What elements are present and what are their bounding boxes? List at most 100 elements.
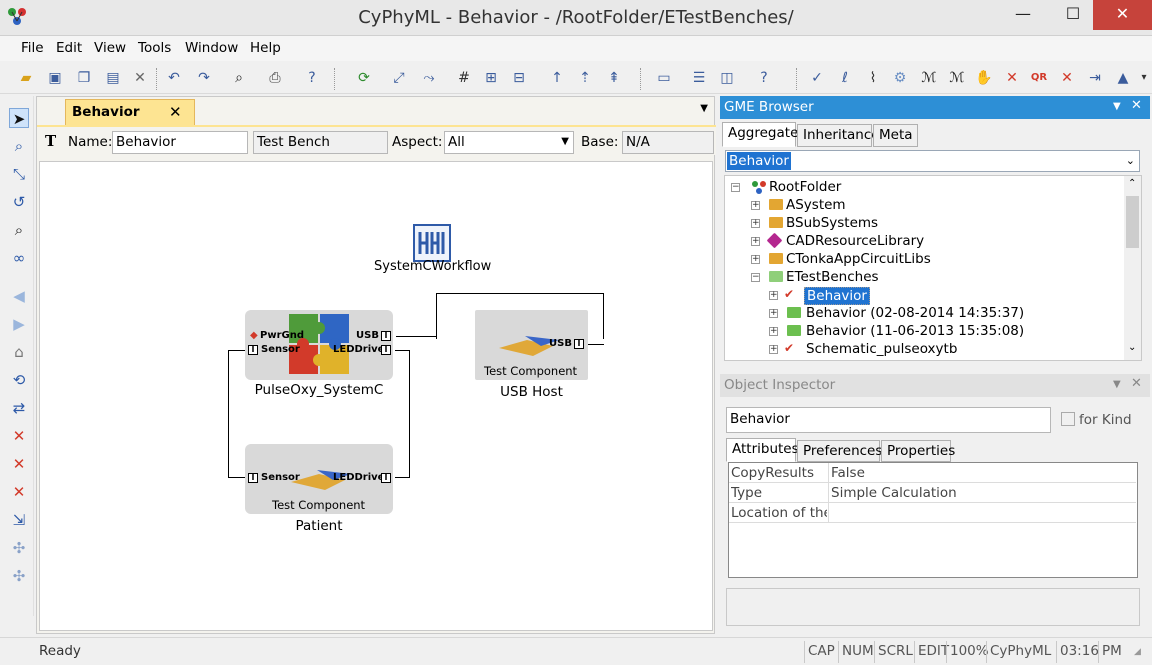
plugin-icon[interactable]: ✋ [975, 69, 993, 87]
home-icon[interactable]: ⌂ [9, 342, 29, 362]
scroll-down-icon[interactable]: ⌄ [1128, 342, 1136, 353]
expand-icon[interactable]: + [751, 255, 760, 264]
clean-icon[interactable]: ✕ [1003, 69, 1021, 87]
menu-window[interactable]: Window [185, 40, 238, 56]
tab-meta[interactable]: Meta [873, 124, 918, 147]
expand-icon[interactable]: + [769, 309, 778, 318]
more-icon[interactable]: ▾ [1135, 69, 1152, 87]
collapse-icon[interactable]: − [731, 183, 740, 192]
back-icon[interactable]: ◀ [9, 286, 29, 306]
menu-file[interactable]: File [21, 40, 44, 56]
browser-tree[interactable]: − RootFolder + ASystem + BSubSystems + C… [724, 175, 1142, 361]
tab-behavior[interactable]: Behavior ✕ [65, 99, 195, 125]
tab-inheritance[interactable]: Inheritance [797, 124, 880, 147]
tab-list-dropdown-icon[interactable]: ▼ [700, 103, 708, 114]
scroll-up-icon[interactable]: ⌃ [1128, 178, 1136, 189]
port-sensor[interactable]: I [248, 345, 258, 355]
split-vertical-icon[interactable]: ◫ [718, 69, 736, 87]
connection-usb-right[interactable] [586, 344, 604, 345]
menu-view[interactable]: View [94, 40, 126, 56]
print-icon[interactable]: ⎙ [266, 69, 284, 87]
delete-connection-icon[interactable]: ✕ [9, 454, 29, 474]
rotate-tool-icon[interactable]: ↺ [9, 192, 29, 212]
warning-icon[interactable]: ▲ [1114, 69, 1132, 87]
refresh-icon[interactable]: ⟳ [355, 69, 373, 87]
pane-close-icon[interactable]: ✕ [1131, 98, 1142, 113]
remove-icon[interactable]: ✕ [1058, 69, 1076, 87]
pane-options-icon[interactable]: ▼ [1113, 379, 1121, 390]
usbhost-port-usb[interactable]: I [574, 339, 584, 349]
export-icon[interactable]: ⇥ [1086, 69, 1104, 87]
attribute-value[interactable]: False [831, 465, 865, 481]
link-tool-icon[interactable]: ∞ [9, 248, 29, 268]
panel-icon[interactable]: ▭ [655, 69, 673, 87]
aspect-select[interactable]: All ▼ [444, 131, 574, 154]
close-window-button[interactable]: ✕ [1093, 0, 1152, 30]
insert-tool-icon[interactable]: ⇲ [9, 510, 29, 530]
check-icon[interactable]: ✓ [808, 69, 826, 87]
help-icon[interactable]: ? [303, 69, 321, 87]
edit-icon[interactable]: ℓ [836, 69, 854, 87]
qr-icon[interactable]: QR [1030, 69, 1048, 87]
maximize-button[interactable]: ☐ [1050, 0, 1096, 30]
navigate-icon[interactable]: ⤳ [420, 69, 438, 87]
tab-properties[interactable]: Properties [881, 440, 955, 462]
port-usb[interactable]: I [381, 331, 391, 341]
patient-port-leddrive[interactable]: I [381, 473, 391, 483]
distribute-tool-icon[interactable]: ✣ [9, 566, 29, 586]
help-context-icon[interactable]: ? [755, 69, 773, 87]
inspector-name-field[interactable]: Behavior [726, 407, 1051, 433]
arrow-branch-icon[interactable]: ⇡ [576, 69, 594, 87]
expand-icon[interactable]: + [769, 345, 778, 354]
menu-tools[interactable]: Tools [138, 40, 171, 56]
attribute-value[interactable]: Simple Calculation [831, 485, 957, 501]
forward-icon[interactable]: ▶ [9, 314, 29, 334]
attribute-row[interactable]: CopyResults False [729, 463, 1136, 483]
tree-scrollbar[interactable]: ⌃ ⌄ [1124, 176, 1141, 360]
settings-icon[interactable]: ⚙ [891, 69, 909, 87]
expand-icon[interactable]: + [769, 327, 778, 336]
connection-tool-icon[interactable]: ⤡ [9, 164, 29, 184]
tab-aggregate[interactable]: Aggregate [722, 122, 798, 147]
align-tool-icon[interactable]: ✣ [9, 538, 29, 558]
pane-options-icon[interactable]: ▼ [1113, 101, 1121, 112]
connection-usb-left[interactable] [396, 336, 436, 337]
expand-icon[interactable]: + [769, 291, 778, 300]
pulseoxy-component[interactable]: ◆ PwrGnd USB I I Sensor LEDDrive I [245, 310, 393, 380]
expand-icon[interactable]: + [751, 237, 760, 246]
minimize-button[interactable]: — [1000, 0, 1046, 30]
arrow-up-icon[interactable]: ↑ [548, 69, 566, 87]
layout-icon[interactable]: ⊟ [510, 69, 528, 87]
workflow-block[interactable] [413, 224, 451, 262]
delete-icon[interactable]: ✕ [131, 69, 149, 87]
save-icon[interactable]: ▣ [46, 69, 64, 87]
script-icon[interactable]: ℳ [920, 69, 938, 87]
pane-close-icon[interactable]: ✕ [1131, 376, 1142, 391]
expand-icon[interactable]: + [751, 201, 760, 210]
script2-icon[interactable]: ℳ [948, 69, 966, 87]
zoom-in-tool-icon[interactable]: ⌕ [9, 136, 29, 156]
tab-attributes[interactable]: Attributes [726, 438, 799, 462]
tab-preferences[interactable]: Preferences [797, 440, 882, 462]
connection-leddrive[interactable] [395, 350, 410, 478]
scroll-thumb[interactable] [1126, 196, 1139, 248]
split-horizontal-icon[interactable]: ☰ [690, 69, 708, 87]
menu-edit[interactable]: Edit [56, 40, 82, 56]
port-leddrive[interactable]: I [381, 345, 391, 355]
paste-icon[interactable]: ▤ [104, 69, 122, 87]
menu-help[interactable]: Help [250, 40, 281, 56]
undo-icon[interactable]: ↶ [165, 69, 183, 87]
zoom-icon[interactable]: ⤢ [390, 69, 408, 87]
usbhost-component[interactable]: USB I Test Component [475, 310, 588, 380]
sync-icon[interactable]: ⇄ [9, 398, 29, 418]
patient-component[interactable]: I Sensor LEDDrive I Test Component [245, 444, 393, 514]
cycle-icon[interactable]: ⟲ [9, 370, 29, 390]
open-icon[interactable]: ▰ [17, 69, 35, 87]
name-field[interactable]: Behavior [112, 131, 248, 154]
collapse-icon[interactable]: − [751, 273, 760, 282]
find-icon[interactable]: ⌕ [230, 69, 248, 87]
patient-port-sensor[interactable]: I [248, 473, 258, 483]
magnifier-icon[interactable]: ⌕ [9, 220, 29, 240]
copy-icon[interactable]: ❐ [75, 69, 93, 87]
connector-icon[interactable]: ⌇ [864, 69, 882, 87]
